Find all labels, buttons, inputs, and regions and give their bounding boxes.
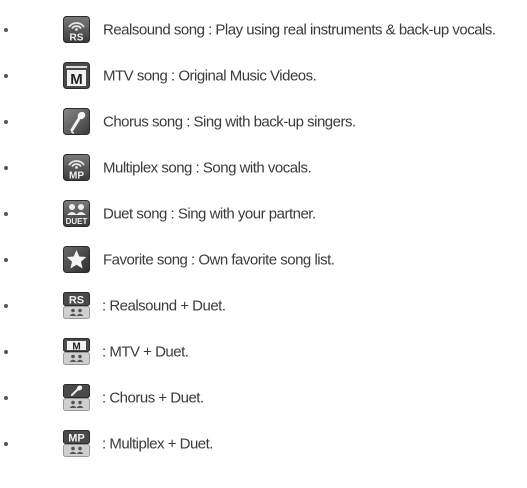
bullet bbox=[4, 442, 8, 446]
mtv-icon: M bbox=[63, 62, 90, 89]
duet-icon: DUET bbox=[63, 200, 90, 227]
svg-text:M: M bbox=[70, 71, 83, 88]
bullet bbox=[4, 74, 8, 78]
item-text: Realsound song : Play using real instrum… bbox=[103, 21, 496, 39]
song-type-legend: RS Realsound song : Play using real inst… bbox=[0, 0, 527, 488]
bullet bbox=[4, 166, 8, 170]
item-text: : Realsound + Duet. bbox=[102, 297, 226, 315]
bullet bbox=[4, 212, 8, 216]
list-item-realsound: RS Realsound song : Play using real inst… bbox=[0, 10, 527, 50]
svg-text:DUET: DUET bbox=[66, 217, 88, 226]
bullet bbox=[4, 120, 8, 124]
item-text: Multiplex song : Song with vocals. bbox=[103, 159, 312, 177]
realsound-icon: RS bbox=[63, 16, 90, 43]
multiplex-duet-icon: MP bbox=[63, 430, 90, 457]
multiplex-icon: MP bbox=[63, 154, 90, 181]
list-item-mtv: M MTV song : Original Music Videos. bbox=[0, 56, 527, 96]
mtv-duet-icon: M bbox=[63, 338, 90, 365]
list-item-chorus: Chorus song : Sing with back-up singers. bbox=[0, 102, 527, 142]
item-text: : Multiplex + Duet. bbox=[102, 435, 213, 453]
bullet bbox=[4, 304, 8, 308]
list-item-multiplex: MP Multiplex song : Song with vocals. bbox=[0, 148, 527, 188]
bullet bbox=[4, 396, 8, 400]
item-text: Favorite song : Own favorite song list. bbox=[103, 251, 335, 269]
bullet bbox=[4, 28, 8, 32]
realsound-duet-icon: RS bbox=[63, 292, 90, 319]
chorus-duet-icon bbox=[63, 384, 90, 411]
item-text: Chorus song : Sing with back-up singers. bbox=[103, 113, 356, 131]
svg-text:MP: MP bbox=[69, 171, 84, 182]
bullet bbox=[4, 350, 8, 354]
list-item-realsound-duet: RS : Realsound + Duet. bbox=[0, 286, 527, 326]
bullet bbox=[4, 258, 8, 262]
list-item-duet: DUET Duet song : Sing with your partner. bbox=[0, 194, 527, 234]
item-text: : Chorus + Duet. bbox=[102, 389, 204, 407]
list-item-mtv-duet: M : MTV + Duet. bbox=[0, 332, 527, 372]
svg-text:M: M bbox=[72, 342, 80, 353]
list-item-multiplex-duet: MP : Multiplex + Duet. bbox=[0, 424, 527, 464]
list-item-favorite: Favorite song : Own favorite song list. bbox=[0, 240, 527, 280]
favorite-star-icon bbox=[63, 246, 90, 273]
svg-text:RS: RS bbox=[69, 295, 84, 307]
svg-text:MP: MP bbox=[68, 433, 85, 445]
svg-text:RS: RS bbox=[70, 33, 84, 44]
item-text: : MTV + Duet. bbox=[102, 343, 189, 361]
chorus-microphone-icon bbox=[63, 108, 90, 135]
list-item-chorus-duet: : Chorus + Duet. bbox=[0, 378, 527, 418]
item-text: MTV song : Original Music Videos. bbox=[103, 67, 317, 85]
item-text: Duet song : Sing with your partner. bbox=[103, 205, 316, 223]
